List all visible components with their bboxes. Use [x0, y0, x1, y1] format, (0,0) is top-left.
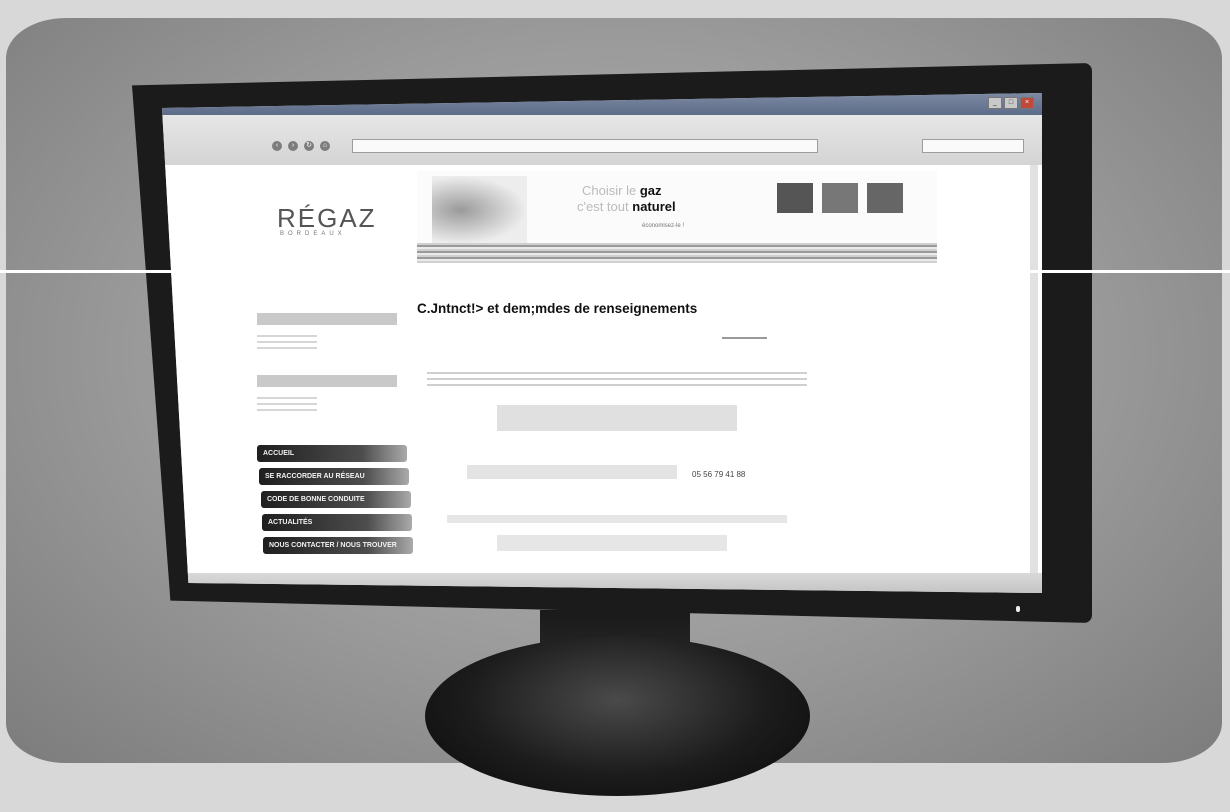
- monitor-screen: _ □ × ‹ › ↻ ⌂ RÉGAZ BORDEAUX Choisir le …: [162, 93, 1042, 593]
- phone-number: 05 56 79 41 88: [692, 470, 746, 479]
- page-title: C.Jntnct!> et dem;mdes de renseignements: [417, 301, 698, 316]
- banner-photo: [432, 176, 527, 244]
- menu-item-accueil[interactable]: ACCUEIL: [257, 445, 407, 462]
- monitor-stand-base: [425, 636, 810, 796]
- scan-artifact-line: [0, 270, 1230, 273]
- forward-icon[interactable]: ›: [288, 141, 298, 151]
- close-button[interactable]: ×: [1020, 97, 1034, 109]
- banner-tagline: économisez-le !: [642, 223, 685, 229]
- banner-slogan-line1: Choisir le gaz: [582, 183, 662, 198]
- banner-stripes: [417, 243, 937, 263]
- intro-paragraph: [427, 372, 807, 388]
- back-icon[interactable]: ‹: [272, 141, 282, 151]
- address-block: [407, 405, 827, 431]
- factory-icon: [867, 183, 903, 213]
- navigation-buttons: ‹ › ↻ ⌂: [272, 141, 330, 151]
- question-text: [407, 515, 827, 523]
- minimize-button[interactable]: _: [988, 97, 1002, 109]
- reload-icon[interactable]: ↻: [304, 141, 314, 151]
- search-input[interactable]: [922, 139, 1024, 153]
- menu-item-nous-contacter[interactable]: NOUS CONTACTER / NOUS TROUVER: [263, 537, 413, 554]
- phone-text: [407, 465, 827, 479]
- home-icon[interactable]: ⌂: [320, 141, 330, 151]
- menu-item-code-bonne-conduite[interactable]: CODE DE BONNE CONDUITE: [261, 491, 411, 508]
- scrollbar[interactable]: [1030, 165, 1038, 573]
- power-led-icon: [1016, 606, 1020, 612]
- banner-slogan-line2: c'est tout naturel: [577, 199, 676, 214]
- menu-item-raccorder[interactable]: SE RACCORDER AU RÉSEAU: [259, 468, 409, 485]
- title-underline: [722, 337, 767, 339]
- address-bar[interactable]: [352, 139, 818, 153]
- form-link-text[interactable]: [407, 535, 827, 551]
- sidebar-links: [257, 335, 317, 353]
- maximize-button[interactable]: □: [1004, 97, 1018, 109]
- menu-item-actualites[interactable]: ACTUALITÉS: [262, 514, 412, 531]
- header-banner: Choisir le gaz c'est tout naturel économ…: [417, 171, 937, 263]
- sidebar-login-links: [257, 397, 317, 415]
- building-icon: [777, 183, 813, 213]
- main-menu: ACCUEIL SE RACCORDER AU RÉSEAU CODE DE B…: [257, 445, 413, 560]
- sidebar-login-box[interactable]: [257, 375, 397, 387]
- site-logo-subtitle: BORDEAUX: [280, 231, 346, 237]
- web-page: RÉGAZ BORDEAUX Choisir le gaz c'est tout…: [162, 165, 1042, 573]
- site-logo[interactable]: RÉGAZ: [277, 203, 377, 234]
- sidebar-search-box[interactable]: [257, 313, 397, 325]
- pipe-icon: [822, 183, 858, 213]
- browser-toolbar: ‹ › ↻ ⌂: [162, 115, 1042, 166]
- window-controls: _ □ ×: [988, 97, 1034, 109]
